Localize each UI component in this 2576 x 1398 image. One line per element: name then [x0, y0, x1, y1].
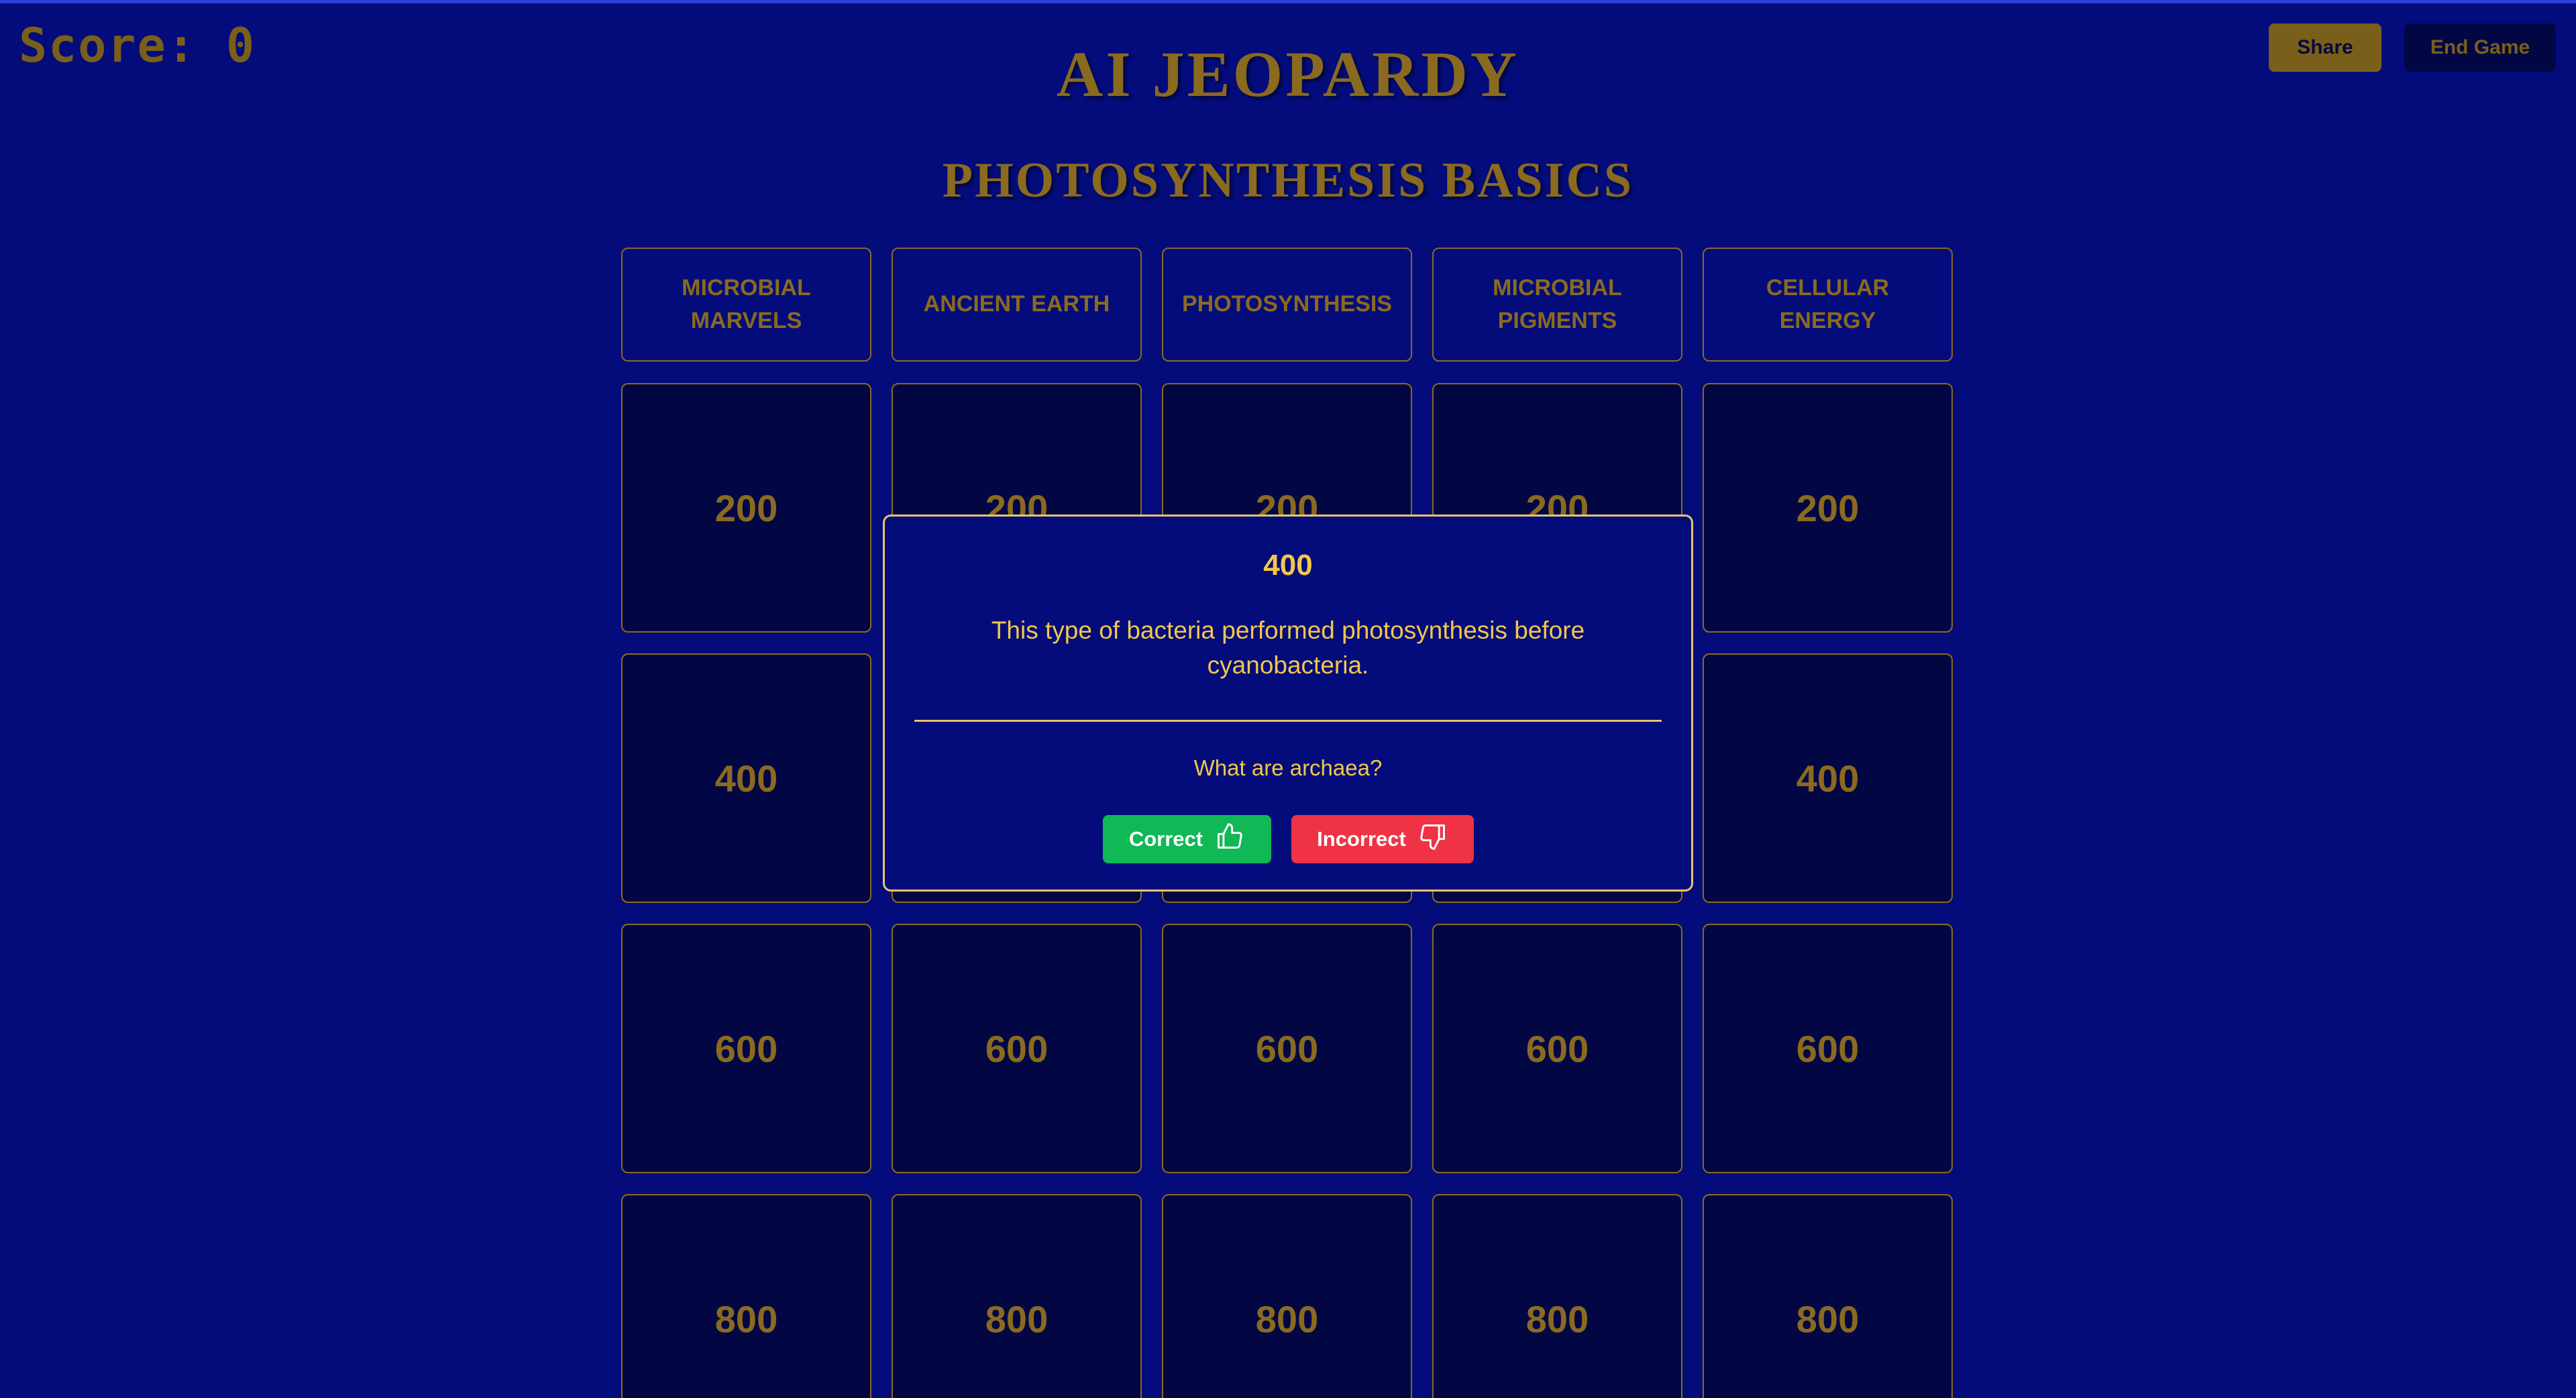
category-header: MICROBIAL MARVELS [621, 248, 871, 362]
clue-cell[interactable]: 800 [1162, 1194, 1412, 1398]
judgement-actions: Correct Incorrect [885, 815, 1691, 863]
clue-text: This type of bacteria performed photosyn… [991, 616, 1585, 679]
game-title: AI JEOPARDY [1056, 38, 1520, 110]
clue-cell[interactable]: 600 [1703, 924, 1953, 1173]
correct-label: Correct [1128, 827, 1203, 851]
incorrect-label: Incorrect [1317, 827, 1406, 851]
board-subtitle: PHOTOSYNTHESIS BASICS [942, 153, 1634, 208]
category-header: ANCIENT EARTH [892, 248, 1142, 362]
modal-divider [914, 720, 1662, 722]
category-header: PHOTOSYNTHESIS [1162, 248, 1412, 362]
incorrect-button[interactable]: Incorrect [1291, 815, 1474, 863]
clue-cell[interactable]: 600 [892, 924, 1142, 1173]
clue-cell[interactable]: 200 [621, 383, 871, 633]
category-header: CELLULAR ENERGY [1703, 248, 1953, 362]
clue-cell[interactable]: 800 [1703, 1194, 1953, 1398]
clue-cell[interactable]: 400 [621, 653, 871, 903]
answer-text: What are archaea? [1193, 755, 1383, 780]
clue-value: 400 [1263, 549, 1313, 582]
thumbs-up-icon [1215, 822, 1244, 857]
clue-cell[interactable]: 600 [621, 924, 871, 1173]
clue-cell[interactable]: 600 [1432, 924, 1682, 1173]
clue-cell[interactable]: 800 [1432, 1194, 1682, 1398]
correct-button[interactable]: Correct [1102, 815, 1271, 863]
category-header: MICROBIAL PIGMENTS [1432, 248, 1682, 362]
clue-cell[interactable]: 800 [621, 1194, 871, 1398]
clue-cell[interactable]: 200 [1703, 383, 1953, 633]
clue-modal: 400 This type of bacteria performed phot… [883, 515, 1693, 892]
clue-cell[interactable]: 400 [1703, 653, 1953, 903]
clue-cell[interactable]: 800 [892, 1194, 1142, 1398]
thumbs-down-icon [1418, 822, 1448, 857]
clue-cell[interactable]: 600 [1162, 924, 1412, 1173]
